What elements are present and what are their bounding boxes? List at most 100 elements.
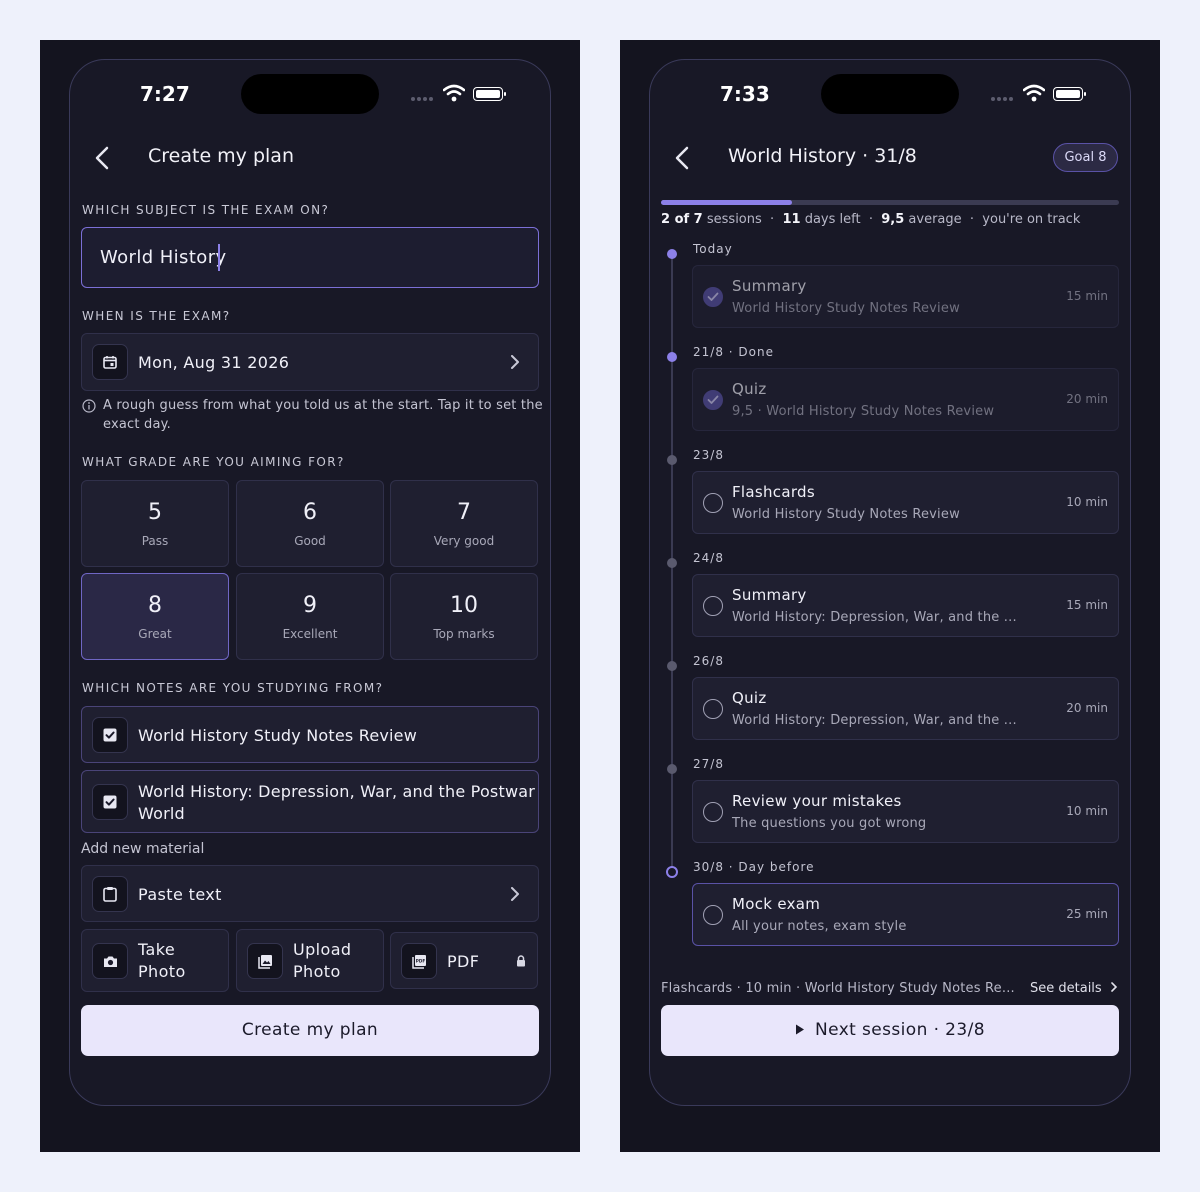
- info-icon: [82, 399, 96, 413]
- see-details-link[interactable]: See details: [1030, 981, 1118, 996]
- svg-text:PDF: PDF: [415, 958, 425, 963]
- goal-badge[interactable]: Goal 8: [1053, 143, 1118, 172]
- study-plan-screen: 7:33 World History · 31/8 Goal 8 2 of 7 …: [620, 40, 1160, 1152]
- grade-option-8[interactable]: 8 Great: [81, 573, 229, 660]
- notes-item-2[interactable]: World History: Depression, War, and the …: [81, 770, 539, 833]
- session-subtitle: World History Study Notes Review: [732, 507, 960, 522]
- plan-stats: 2 of 7 sessions · 11 days left · 9,5 ave…: [661, 212, 1080, 227]
- upload-photo-label-2: Photo: [293, 962, 341, 981]
- clipboard-icon: [92, 876, 128, 912]
- page-title: World History · 31/8: [728, 145, 917, 167]
- timeline-dot: [667, 455, 677, 465]
- session-card[interactable]: Summary World History: Depression, War, …: [692, 574, 1119, 637]
- upload-photo-button[interactable]: Upload Photo: [236, 929, 384, 992]
- days-count: 11: [782, 212, 801, 227]
- grade-caption: Excellent: [282, 627, 338, 641]
- notes-item-1[interactable]: World History Study Notes Review: [81, 706, 539, 763]
- session-title: Quiz: [732, 689, 767, 707]
- timeline-dot: [667, 352, 677, 362]
- separator: ·: [969, 212, 975, 227]
- timeline-day: 21/8 · Done: [693, 345, 774, 359]
- timeline-day: 24/8: [693, 551, 724, 565]
- cellular-signal-icon: [411, 97, 437, 101]
- session-title: Quiz: [732, 380, 767, 398]
- phone-frame: 7:27 Create my plan WHICH SUBJECT IS THE…: [69, 59, 551, 1106]
- phone-frame: 7:33 World History · 31/8 Goal 8 2 of 7 …: [649, 59, 1131, 1106]
- session-title: Review your mistakes: [732, 792, 902, 810]
- battery-icon: [473, 87, 506, 101]
- grade-label: WHAT GRADE ARE YOU AIMING FOR?: [82, 455, 345, 469]
- grade-value: 8: [148, 593, 162, 618]
- grade-option-7[interactable]: 7 Very good: [390, 480, 538, 567]
- average-word: average: [908, 212, 962, 227]
- wifi-icon: [1023, 84, 1045, 102]
- date-hint-line1: A rough guess from what you told us at t…: [103, 398, 543, 413]
- pdf-label: PDF: [447, 952, 480, 971]
- grade-option-9[interactable]: 9 Excellent: [236, 573, 384, 660]
- session-duration: 10 min: [1066, 804, 1108, 818]
- see-details-label: See details: [1030, 981, 1102, 996]
- session-card[interactable]: Mock exam All your notes, exam style 25 …: [692, 883, 1119, 946]
- play-icon: [796, 1024, 805, 1035]
- checkbox-checked-icon[interactable]: [92, 784, 128, 820]
- average-value: 9,5: [881, 212, 905, 227]
- separator: ·: [770, 212, 775, 227]
- session-duration: 20 min: [1066, 392, 1108, 406]
- paste-text-button[interactable]: Paste text: [81, 865, 539, 922]
- timeline-dot: [667, 558, 677, 568]
- notes-title: World History Study Notes Review: [138, 726, 418, 745]
- check-circle-icon: [703, 390, 723, 410]
- grade-value: 5: [148, 500, 162, 525]
- session-duration: 10 min: [1066, 495, 1108, 509]
- session-duration: 15 min: [1066, 289, 1108, 303]
- timeline-day: 30/8 · Day before: [693, 860, 815, 874]
- back-arrow-icon[interactable]: [94, 145, 110, 171]
- back-arrow-icon[interactable]: [674, 145, 690, 171]
- grade-caption: Great: [138, 627, 172, 641]
- empty-circle-icon[interactable]: [703, 699, 723, 719]
- checkbox-checked-icon[interactable]: [92, 717, 128, 753]
- grade-option-6[interactable]: 6 Good: [236, 480, 384, 567]
- chevron-right-icon: [1111, 982, 1117, 992]
- empty-circle-icon[interactable]: [703, 905, 723, 925]
- take-photo-button[interactable]: Take Photo: [81, 929, 229, 992]
- grade-option-10[interactable]: 10 Top marks: [390, 573, 538, 660]
- calendar-icon: [92, 344, 128, 380]
- session-card[interactable]: Quiz World History: Depression, War, and…: [692, 677, 1119, 740]
- empty-circle-icon[interactable]: [703, 493, 723, 513]
- timeline-day: Today: [693, 242, 733, 256]
- sessions-word: sessions: [706, 212, 762, 227]
- pdf-upload-button[interactable]: PDF PDF: [390, 932, 538, 989]
- grade-value: 10: [450, 593, 478, 618]
- exam-date-picker[interactable]: Mon, Aug 31 2026: [81, 333, 539, 391]
- create-plan-button[interactable]: Create my plan: [81, 1005, 539, 1056]
- session-title: Mock exam: [732, 895, 821, 913]
- grade-caption: Top marks: [433, 627, 495, 641]
- subject-input[interactable]: World History: [81, 227, 539, 288]
- grade-option-5[interactable]: 5 Pass: [81, 480, 229, 567]
- next-session-button[interactable]: Next session · 23/8: [661, 1005, 1119, 1056]
- subject-value: World History: [100, 247, 227, 268]
- grade-caption: Pass: [141, 534, 169, 548]
- session-subtitle: All your notes, exam style: [732, 919, 907, 934]
- grade-value: 9: [303, 593, 317, 618]
- chevron-right-icon: [511, 355, 519, 369]
- battery-icon: [1053, 87, 1086, 101]
- empty-circle-icon[interactable]: [703, 802, 723, 822]
- take-photo-label-1: Take: [138, 940, 176, 959]
- grade-caption: Good: [294, 534, 326, 548]
- chevron-right-icon: [511, 887, 519, 901]
- session-card[interactable]: Review your mistakes The questions you g…: [692, 780, 1119, 843]
- session-title: Summary: [732, 586, 807, 604]
- camera-icon: [92, 943, 128, 979]
- page-title: Create my plan: [148, 145, 294, 167]
- session-card[interactable]: Quiz 9,5 · World History Study Notes Rev…: [692, 368, 1119, 431]
- check-circle-icon: [703, 287, 723, 307]
- session-card[interactable]: Flashcards World History Study Notes Rev…: [692, 471, 1119, 534]
- date-hint-line2: exact day.: [103, 417, 171, 432]
- empty-circle-icon[interactable]: [703, 596, 723, 616]
- session-title: Flashcards: [732, 483, 815, 501]
- timeline-dot: [667, 764, 677, 774]
- timeline-day: 27/8: [693, 757, 724, 771]
- session-card[interactable]: Summary World History Study Notes Review…: [692, 265, 1119, 328]
